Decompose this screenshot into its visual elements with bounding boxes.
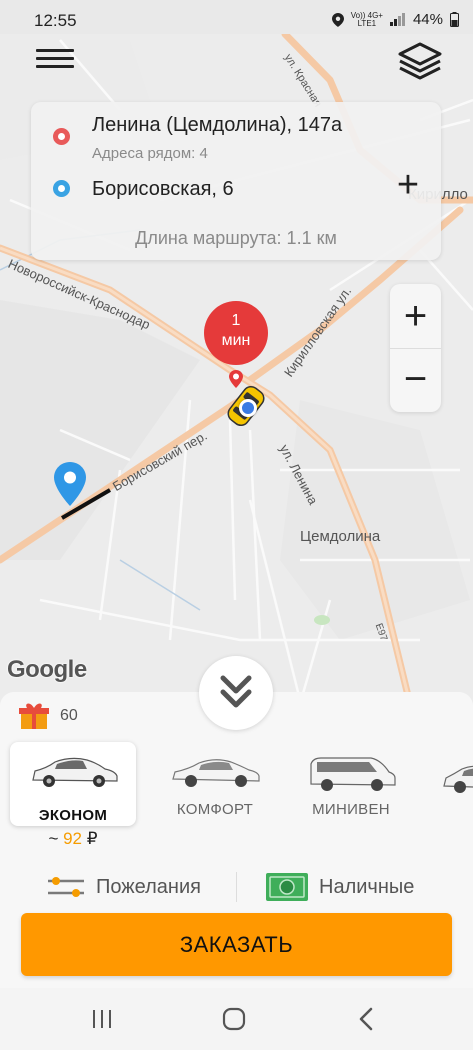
car-economy-icon	[32, 757, 118, 787]
destination-pin-icon	[54, 462, 86, 506]
payment-button[interactable]: Наличные	[265, 864, 414, 910]
order-button[interactable]: ЗАКАЗАТЬ	[21, 913, 452, 976]
zoom-controls: + −	[390, 284, 441, 412]
from-address[interactable]: Ленина (Цемдолина), 147а	[92, 114, 342, 137]
recent-apps-button[interactable]	[72, 988, 132, 1050]
tariff-comfort[interactable]: КОМФОРТ	[160, 742, 270, 826]
zoom-in-button[interactable]: +	[390, 284, 441, 348]
wishes-label: Пожелания	[96, 875, 201, 898]
from-marker-icon	[53, 128, 70, 145]
payment-label: Наличные	[319, 875, 415, 898]
map-label-tsemdolina: Цемдолина	[300, 528, 381, 545]
home-button[interactable]	[204, 988, 264, 1050]
car-more-icon	[443, 765, 473, 793]
zoom-out-button[interactable]: −	[390, 348, 441, 412]
back-button[interactable]	[336, 988, 396, 1050]
status-time: 12:55	[34, 11, 77, 30]
recent-apps-icon	[93, 1010, 111, 1028]
options-row: Пожелания Наличные	[0, 864, 473, 910]
tariff-economy-price: ~ 92 ₽	[48, 829, 98, 848]
to-marker-icon	[53, 180, 70, 197]
to-address[interactable]: Борисовская, 6	[92, 178, 234, 201]
route-card: Ленина (Цемдолина), 147а Адреса рядом: 4…	[31, 102, 441, 260]
tariff-minivan-name: МИНИВЕН	[312, 801, 390, 818]
battery-icon	[450, 12, 459, 27]
tariff-more[interactable]	[436, 742, 473, 826]
wishes-button[interactable]: Пожелания	[46, 864, 201, 910]
bonus-count: 60	[60, 707, 78, 724]
nearby-addresses[interactable]: Адреса рядом: 4	[92, 145, 208, 162]
google-logo: Google	[7, 656, 87, 683]
location-icon	[331, 12, 344, 27]
eta-value: 1	[231, 312, 241, 329]
home-icon	[222, 1007, 246, 1031]
menu-button[interactable]	[34, 44, 76, 76]
system-nav-bar	[0, 988, 473, 1050]
layers-icon[interactable]	[396, 40, 444, 80]
tariff-list: ЭКОНОМ ~ 92 ₽ КОМФОРТ МИНИВЕН	[0, 742, 473, 848]
eta-badge: 1 мин	[204, 301, 268, 365]
current-location-dot	[239, 399, 257, 417]
tariff-economy-name: ЭКОНОМ	[38, 807, 108, 824]
tariff-minivan[interactable]: МИНИВЕН	[296, 742, 406, 826]
add-stop-button[interactable]: +	[393, 166, 423, 204]
battery-percent: 44%	[412, 11, 443, 28]
car-comfort-icon	[172, 759, 260, 787]
tariff-comfort-name: КОМФОРТ	[176, 801, 254, 818]
back-icon	[359, 1007, 373, 1031]
route-length: Длина маршрута: 1.1 км	[135, 228, 337, 248]
chevron-double-down-icon	[220, 675, 252, 708]
sliders-icon	[48, 877, 84, 897]
options-divider	[236, 872, 237, 902]
gift-icon[interactable]	[18, 699, 50, 731]
minivan-icon	[310, 757, 396, 791]
cash-icon	[266, 873, 308, 901]
eta-unit: мин	[221, 332, 251, 349]
network-indicator: Vo)) 4G+ LTE1	[350, 10, 383, 28]
signal-icon	[389, 13, 405, 26]
collapse-sheet-button[interactable]	[199, 656, 273, 730]
tariff-economy[interactable]: ЭКОНОМ ~ 92 ₽	[10, 742, 136, 848]
